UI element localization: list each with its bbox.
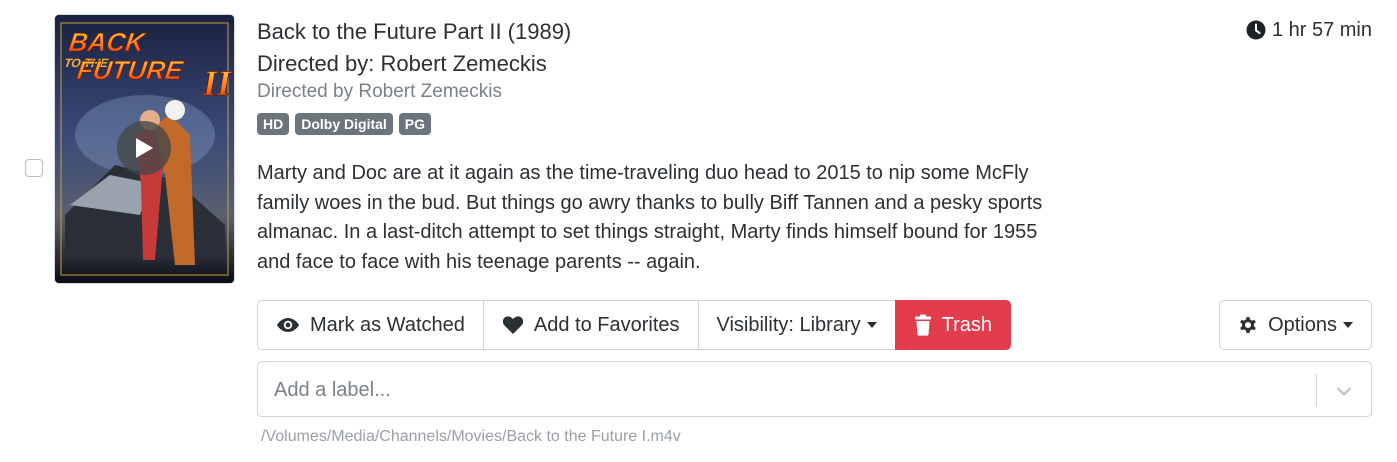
- poster-image[interactable]: BACK TO THE FUTURE II: [55, 15, 234, 283]
- file-path: /Volumes/Media/Channels/Movies/Back to t…: [261, 428, 681, 445]
- item-summary: Marty and Doc are at it again as the tim…: [257, 162, 1043, 273]
- visibility-label: Visibility: Library: [716, 313, 861, 336]
- chevron-down-icon[interactable]: [1335, 382, 1353, 400]
- caret-down-icon: [866, 322, 877, 328]
- svg-text:FUTURE: FUTURE: [75, 55, 186, 85]
- runtime: 1 hr 57 min: [1246, 18, 1372, 42]
- badge-rating: PG: [398, 113, 432, 135]
- label-input[interactable]: Add a label...: [257, 361, 1372, 417]
- svg-text:II: II: [202, 63, 233, 103]
- mark-watched-button[interactable]: Mark as Watched: [257, 300, 484, 350]
- add-favorites-label: Add to Favorites: [533, 313, 680, 336]
- mark-watched-label: Mark as Watched: [310, 313, 465, 336]
- trash-label: Trash: [941, 313, 993, 336]
- runtime-text: 1 hr 57 min: [1271, 19, 1372, 41]
- caret-down-icon: [1343, 322, 1353, 328]
- heart-icon: [502, 316, 523, 334]
- visibility-dropdown[interactable]: Visibility: Library: [697, 300, 896, 350]
- add-favorites-button[interactable]: Add to Favorites: [482, 300, 699, 350]
- input-divider: [1316, 374, 1317, 406]
- item-director: Directed by: Robert Zemeckis: [257, 51, 547, 76]
- svg-text:BACK: BACK: [67, 27, 148, 57]
- options-dropdown-button[interactable]: Options: [1219, 300, 1372, 350]
- badge-audio: Dolby Digital: [295, 113, 393, 135]
- play-icon: [136, 138, 153, 158]
- gear-icon: [1240, 317, 1256, 334]
- trash-icon: [914, 314, 931, 336]
- options-label: Options: [1268, 313, 1337, 336]
- eye-icon: [277, 318, 299, 332]
- clock-icon: [1246, 20, 1266, 40]
- badge-hd: HD: [257, 113, 290, 135]
- select-checkbox[interactable]: [25, 159, 43, 177]
- play-button[interactable]: [117, 121, 171, 175]
- action-button-group: Mark as Watched Add to Favorites Visibil…: [257, 300, 1012, 350]
- label-input-placeholder: Add a label...: [274, 379, 391, 401]
- item-title: Back to the Future Part II (1989): [257, 19, 572, 44]
- badge-list: HD Dolby Digital PG: [257, 113, 432, 135]
- trash-button[interactable]: Trash: [894, 300, 1012, 350]
- item-subtext: Directed by Robert Zemeckis: [257, 81, 502, 102]
